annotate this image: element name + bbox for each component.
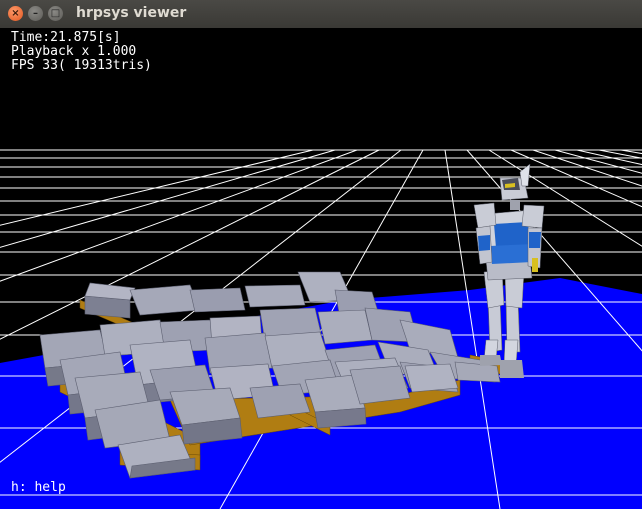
3d-viewport[interactable]: Time:21.875[s] Playback x 1.000 FPS 33( … [0, 28, 642, 509]
time-readout: Time:21.875[s] [11, 30, 121, 45]
title-bar[interactable]: × – □ hrpsys viewer [0, 0, 642, 29]
window-title: hrpsys viewer [76, 5, 187, 21]
scene-canvas[interactable] [0, 28, 642, 509]
minimize-button[interactable]: – [28, 6, 43, 21]
close-button[interactable]: × [8, 6, 23, 21]
app-window: × – □ hrpsys viewer Time:21.875[s] Playb… [0, 0, 642, 509]
help-hint: h: help [11, 480, 66, 495]
playback-readout: Playback x 1.000 [11, 44, 137, 59]
maximize-button[interactable]: □ [48, 6, 63, 21]
fps-readout: FPS 33( 19313tris) [11, 58, 152, 73]
